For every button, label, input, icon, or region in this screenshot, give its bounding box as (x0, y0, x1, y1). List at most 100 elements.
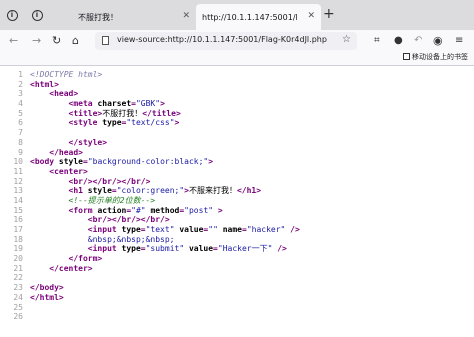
source-token: <h1 (68, 186, 88, 196)
navigation-bar: ← → ↻ ⌂ view-source:http://10.1.1.147:50… (0, 30, 474, 52)
source-token: charset (97, 99, 132, 109)
source-token (30, 177, 69, 186)
source-token: <br/></br/></br/> (68, 176, 151, 186)
home-icon[interactable]: ⌂ (72, 34, 79, 48)
source-token: <body (30, 157, 59, 167)
line-number: 19 (13, 244, 23, 254)
chat-icon[interactable]: ● (394, 35, 403, 47)
source-line: 5 <title>不服打我！</title> (0, 109, 474, 119)
source-token: value (174, 225, 204, 234)
forward-arrow-icon[interactable]: → (32, 34, 41, 48)
source-token: </form> (68, 254, 103, 264)
source-token: "post" (184, 205, 214, 215)
source-token: method (145, 205, 180, 215)
extension-icon[interactable]: ◉ (433, 35, 443, 47)
line-number: 18 (13, 234, 23, 244)
source-code: </style> (30, 138, 108, 148)
source-token: "Hacker一下" (217, 244, 273, 254)
mobile-bookmarks-label: 移动设备上的书签 (412, 53, 468, 61)
source-token: <br/></br/></br/> (87, 215, 170, 225)
line-number: 7 (18, 128, 23, 138)
source-token: <center> (49, 166, 88, 176)
source-line: 13 <h1 style="color:green;">不服来打我！</h1> (0, 186, 474, 196)
source-line: 4 <meta charset="GBK"> (0, 99, 474, 109)
line-number: 6 (18, 118, 23, 128)
source-token: 不服打我！ (102, 108, 143, 118)
source-token: type (121, 225, 141, 234)
close-icon[interactable]: ✕ (182, 11, 190, 21)
reload-icon[interactable]: ↻ (52, 34, 61, 48)
source-line: 25 (0, 303, 474, 313)
source-code: </html> (30, 293, 64, 303)
source-token: "#" (131, 205, 146, 215)
source-token: "" (208, 225, 218, 234)
source-token (30, 99, 69, 108)
source-token: 不服来打我！ (188, 186, 237, 196)
source-token: </h1> (236, 186, 262, 196)
source-code: </head> (30, 148, 83, 158)
new-tab-button[interactable]: + (323, 7, 335, 21)
source-token: /> (285, 225, 300, 234)
source-view: 1 <!DOCTYPE html> 2 <html> 3 <head> 4 <meta c… (0, 70, 474, 322)
source-token: type (102, 118, 122, 128)
line-number: 17 (13, 225, 23, 234)
source-token: &nbsp;&nbsp;&nbsp; (87, 234, 175, 244)
source-token: > (160, 99, 165, 109)
source-code: </center> (30, 264, 92, 274)
line-number: 21 (13, 263, 23, 273)
line-number: 12 (13, 176, 23, 186)
source-token: <meta (68, 99, 98, 109)
source-token (30, 118, 69, 127)
source-line: 21 </center> (0, 264, 474, 274)
tab-strip: i i 不服打我！ ✕ http://10.1.1.147:5001/Flag-… (0, 0, 474, 30)
source-code: <meta charset="GBK"> (30, 99, 165, 109)
close-icon[interactable]: ✕ (307, 11, 315, 21)
line-number: 4 (18, 99, 23, 109)
info-icon: i (6, 9, 18, 21)
source-token: type (121, 244, 141, 254)
bookmark-star-icon[interactable]: ☆ (342, 34, 351, 45)
source-token: </head> (49, 147, 83, 157)
info-icon: i (31, 9, 43, 21)
line-number: 5 (18, 108, 23, 118)
source-line: 24 </html> (0, 293, 474, 303)
menu-icon[interactable]: ≡ (455, 35, 463, 47)
source-line: 8 </style> (0, 138, 474, 148)
source-line: 2 <html> (0, 80, 474, 90)
source-code: <title>不服打我！</title> (30, 109, 181, 119)
tab-favicon-button[interactable]: i (30, 8, 44, 22)
source-token: /> (272, 244, 287, 254)
line-number: 1 (18, 70, 23, 79)
line-number: 2 (18, 79, 23, 89)
source-token: <input (87, 225, 122, 234)
source-token: "hacker" (246, 225, 286, 234)
bookmarks-bar: 移动设备上的书签 (0, 52, 474, 66)
source-code: <input type="submit" value="Hacker一下" /> (30, 244, 287, 254)
crop-icon[interactable]: ⌗ (374, 35, 380, 47)
source-token: <html> (30, 79, 59, 89)
tab-inactive[interactable]: 不服打我！ ✕ (60, 4, 196, 30)
undo-icon[interactable]: ↶ (414, 35, 422, 47)
source-token: </body> (30, 283, 64, 293)
source-token (30, 244, 88, 253)
source-token (30, 138, 69, 147)
source-token (30, 215, 88, 224)
source-token: > (208, 157, 214, 167)
source-token: action (97, 205, 127, 215)
back-arrow-icon[interactable]: ← (9, 34, 18, 48)
url-text[interactable]: view-source:http://10.1.1.147:5001/Flag-… (117, 35, 327, 44)
tab-active[interactable]: http://10.1.1.147:5001/Flag-K0r4 ✕ (196, 4, 321, 30)
url-bar[interactable]: view-source:http://10.1.1.147:5001/Flag-… (95, 32, 357, 50)
tab-list-button[interactable]: i (5, 8, 19, 22)
source-token: "text" (145, 225, 175, 234)
source-token: </title> (142, 108, 181, 118)
source-line: 20 </form> (0, 254, 474, 264)
mobile-bookmarks[interactable]: 移动设备上的书签 (403, 52, 468, 62)
tab-title: 不服打我！ (78, 12, 118, 22)
line-number: 13 (13, 186, 23, 196)
source-code: <input type="text" value="" name="hacker… (30, 225, 300, 235)
source-token: <!DOCTYPE html> (30, 70, 103, 79)
source-line: 23 </body> (0, 283, 474, 293)
line-number: 22 (13, 273, 23, 283)
line-number: 16 (13, 215, 23, 225)
